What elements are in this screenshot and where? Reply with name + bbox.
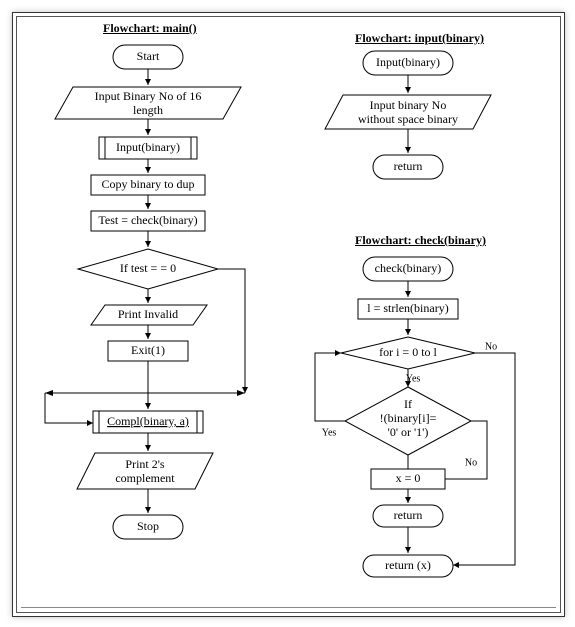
node-call-input: Input(binary) [99,137,197,159]
svg-text:No: No [485,341,497,352]
node-exit: Exit(1) [108,341,188,361]
svg-text:Start: Start [137,49,160,63]
svg-text:!(binary[i]=: !(binary[i]= [380,411,437,425]
svg-text:If: If [404,397,412,411]
svg-text:Test = check(binary): Test = check(binary) [98,213,197,227]
svg-text:Copy binary to dup: Copy binary to dup [102,177,195,191]
svg-text:without space binary: without space binary [358,112,458,126]
node-input-return: return [373,155,443,179]
diagram-frame: Flowchart: main() Flowchart: input(binar… [12,12,565,617]
node-check-return-x: return (x) [363,555,453,577]
node-copy: Copy binary to dup [91,175,205,195]
svg-text:complement: complement [115,471,175,485]
svg-text:x = 0: x = 0 [396,471,421,485]
node-start: Start [113,45,183,69]
svg-text:Yes: Yes [322,427,337,438]
svg-text:Input Binary No of 16: Input Binary No of 16 [95,89,202,103]
svg-text:No: No [465,457,477,468]
svg-text:for i = 0 to l: for i = 0 to l [379,345,437,359]
svg-text:Exit(1): Exit(1) [131,343,165,357]
node-test-assign: Test = check(binary) [91,211,205,231]
flowchart-svg: Start Input Binary No of 16 length Input… [13,13,564,616]
svg-text:check(binary): check(binary) [375,261,442,275]
node-input-entry: Input(binary) [363,51,453,75]
node-input-io: Input binary No without space binary [325,95,491,129]
page-baseline [21,607,556,608]
svg-text:return: return [394,159,423,173]
svg-text:length: length [133,103,163,117]
node-input-prompt: Input Binary No of 16 length [55,87,241,119]
svg-text:If test = = 0: If test = = 0 [120,261,176,275]
node-check-entry: check(binary) [363,257,453,281]
svg-text:Print Invalid: Print Invalid [118,307,178,321]
svg-text:Input(binary): Input(binary) [376,55,440,69]
svg-text:Input binary No: Input binary No [370,98,447,112]
svg-text:'0' or '1'): '0' or '1') [388,425,429,439]
svg-text:l = strlen(binary): l = strlen(binary) [367,301,448,315]
svg-text:Input(binary): Input(binary) [116,140,180,154]
node-stop: Stop [113,515,183,539]
svg-text:return: return [394,508,423,522]
node-check-if: If !(binary[i]= '0' or '1') [345,387,471,455]
node-print-2s: Print 2's complement [77,453,213,489]
node-check-len: l = strlen(binary) [358,299,458,319]
svg-text:Print 2's: Print 2's [125,457,165,471]
svg-text:Compl(binary, a): Compl(binary, a) [107,414,189,428]
node-check-x0: x = 0 [371,469,445,489]
svg-text:return (x): return (x) [385,558,431,572]
node-check-return: return [373,505,443,527]
node-compl: Compl(binary, a) [93,411,203,433]
node-print-invalid: Print Invalid [91,305,207,325]
node-decision-test: If test = = 0 [78,249,218,289]
node-check-loop: for i = 0 to l [341,337,475,369]
svg-text:Stop: Stop [137,519,159,533]
